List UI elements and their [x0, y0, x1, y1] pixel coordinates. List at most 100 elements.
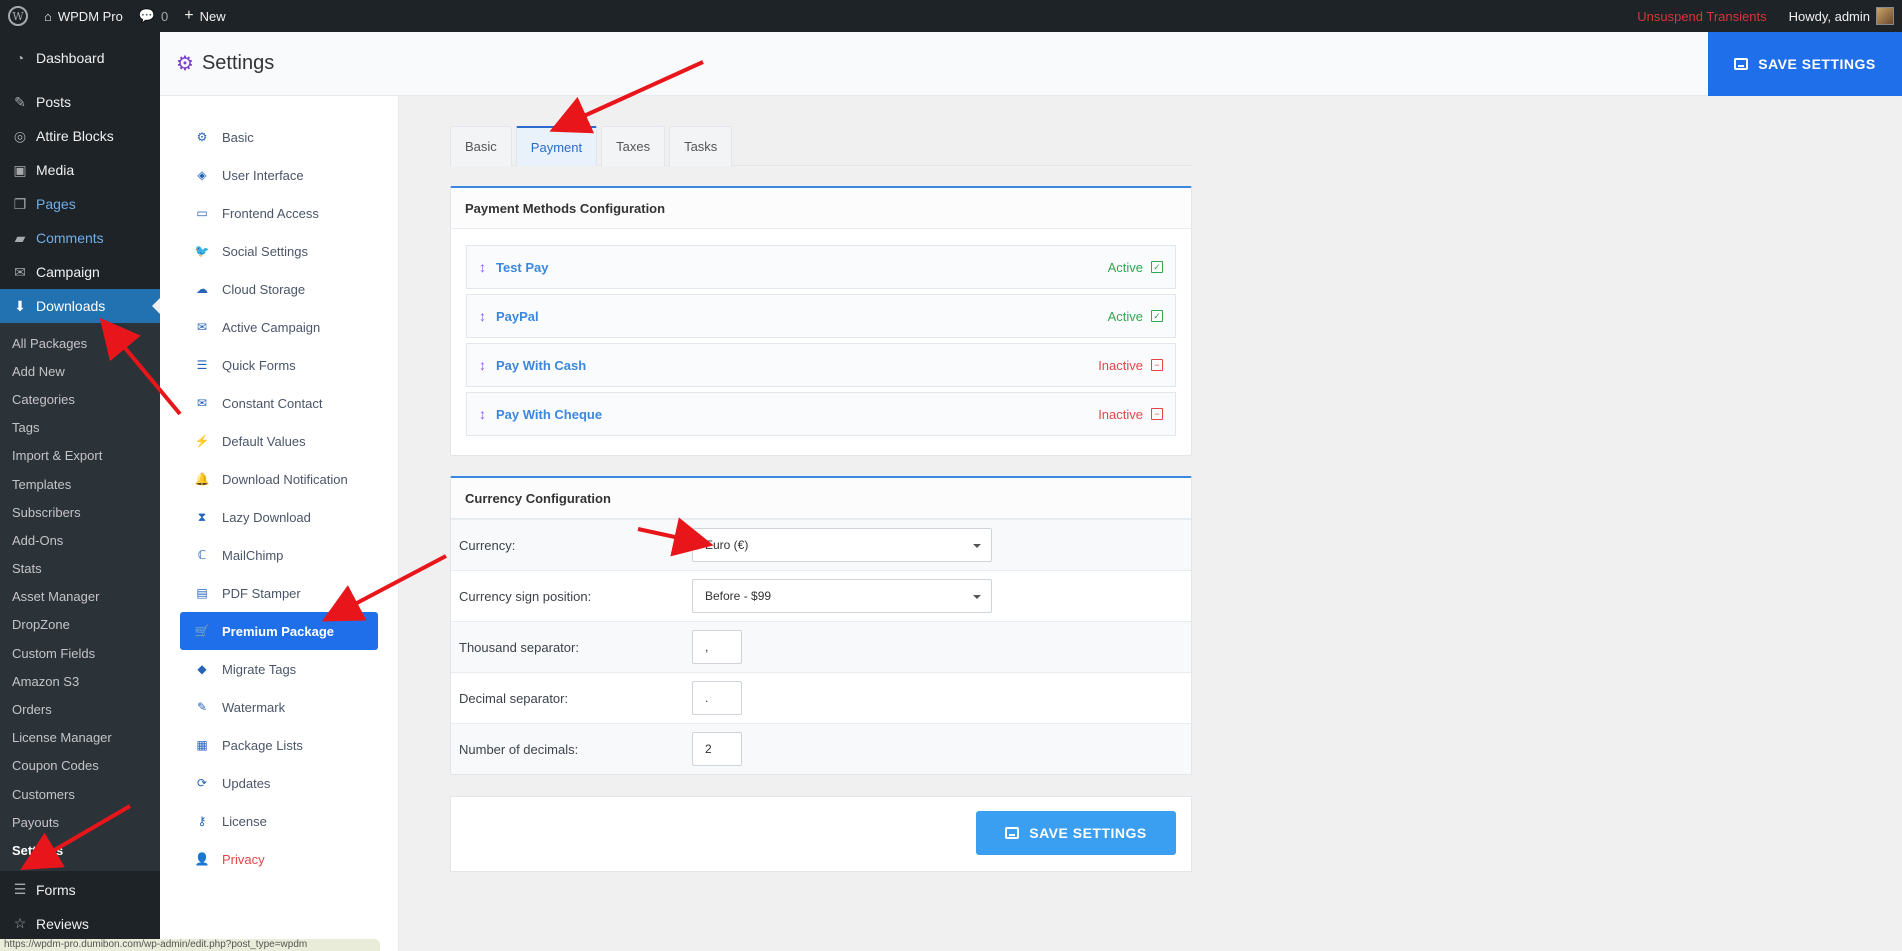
submenu-item-templates[interactable]: Templates [0, 470, 160, 498]
payment-method-row[interactable]: ↕ Pay With Cash Inactive − [466, 343, 1176, 387]
submenu-item-add-new[interactable]: Add New [0, 357, 160, 385]
payment-method-name[interactable]: Test Pay [496, 260, 549, 275]
submenu-item-payouts[interactable]: Payouts [0, 808, 160, 836]
comment-bubble-icon: 💬 [138, 8, 156, 23]
settings-nav-label: Default Values [222, 433, 306, 449]
unsuspend-transients-link[interactable]: Unsuspend Transients [1629, 0, 1774, 32]
settings-nav-active-campaign[interactable]: ✉ Active Campaign [180, 308, 378, 346]
tab-basic[interactable]: Basic [450, 126, 512, 166]
sync-icon: ⟳ [196, 776, 208, 790]
payment-method-status[interactable]: Inactive − [1098, 407, 1163, 422]
wordpress-logo-icon[interactable]: W [0, 0, 36, 32]
settings-nav-lazy-download[interactable]: ⧗ Lazy Download [180, 498, 378, 536]
payment-method-status[interactable]: Active ✓ [1108, 309, 1163, 324]
settings-nav-mailchimp[interactable]: ℂ MailChimp [180, 536, 378, 574]
payment-method-row[interactable]: ↕ Test Pay Active ✓ [466, 245, 1176, 289]
submenu-item-orders[interactable]: Orders [0, 695, 160, 723]
drag-handle-icon[interactable]: ↕ [479, 259, 486, 275]
tab-tasks[interactable]: Tasks [669, 126, 733, 166]
payment-method-name[interactable]: Pay With Cheque [496, 407, 602, 422]
settings-nav-label: Download Notification [222, 471, 348, 487]
settings-nav-updates[interactable]: ⟳ Updates [180, 764, 378, 802]
downloads-submenu: All Packages Add New Categories Tags Import … [0, 323, 160, 871]
drag-handle-icon[interactable]: ↕ [479, 357, 486, 373]
submenu-item-settings[interactable]: Settings [0, 836, 160, 864]
settings-nav-default-values[interactable]: ⚡ Default Values [180, 422, 378, 460]
submenu-item-dropzone[interactable]: DropZone [0, 611, 160, 639]
submenu-item-stats[interactable]: Stats [0, 555, 160, 583]
settings-nav-migrate-tags[interactable]: ◆ Migrate Tags [180, 650, 378, 688]
payment-method-row[interactable]: ↕ PayPal Active ✓ [466, 294, 1176, 338]
desktop-icon: ▭ [196, 206, 208, 220]
submenu-item-customers[interactable]: Customers [0, 780, 160, 808]
settings-nav-cloud-storage[interactable]: ☁ Cloud Storage [180, 270, 378, 308]
submenu-item-amazon-s3[interactable]: Amazon S3 [0, 667, 160, 695]
submenu-item-custom-fields[interactable]: Custom Fields [0, 639, 160, 667]
currency-select[interactable]: Euro (€) [692, 528, 992, 562]
save-settings-bottom-button[interactable]: SAVE SETTINGS [976, 811, 1176, 855]
submenu-item-subscribers[interactable]: Subscribers [0, 498, 160, 526]
drag-handle-icon[interactable]: ↕ [479, 308, 486, 324]
settings-nav-label: Constant Contact [222, 395, 323, 411]
checked-box-icon[interactable]: ✓ [1151, 261, 1163, 273]
tab-payment[interactable]: Payment [515, 126, 598, 166]
checked-box-icon[interactable]: ✓ [1151, 310, 1163, 322]
menu-downloads[interactable]: ⬇ Downloads [0, 289, 160, 323]
new-content-link[interactable]: + New [176, 0, 233, 32]
settings-nav-user-interface[interactable]: ◈ User Interface [180, 156, 378, 194]
settings-nav-basic[interactable]: ⚙ Basic [180, 118, 378, 156]
menu-media[interactable]: ▣ Media [0, 153, 160, 187]
settings-nav-constant-contact[interactable]: ✉ Constant Contact [180, 384, 378, 422]
howdy-user-link[interactable]: Howdy, admin [1781, 0, 1870, 32]
site-name-link[interactable]: ⌂ WPDM Pro [36, 0, 131, 32]
settings-nav-download-notification[interactable]: 🔔 Download Notification [180, 460, 378, 498]
minus-box-icon[interactable]: − [1151, 408, 1163, 420]
settings-nav-package-lists[interactable]: ▦ Package Lists [180, 726, 378, 764]
settings-nav-license[interactable]: ⚷ License [180, 802, 378, 840]
settings-nav-social-settings[interactable]: 🐦 Social Settings [180, 232, 378, 270]
settings-nav-pdf-stamper[interactable]: ▤ PDF Stamper [180, 574, 378, 612]
status-label: Active [1107, 308, 1143, 324]
tab-taxes[interactable]: Taxes [601, 126, 666, 166]
submenu-item-tags[interactable]: Tags [0, 414, 160, 442]
avatar[interactable] [1876, 7, 1894, 25]
settings-nav-label: Watermark [222, 699, 286, 715]
drag-handle-icon[interactable]: ↕ [479, 406, 486, 422]
payment-method-row[interactable]: ↕ Pay With Cheque Inactive − [466, 392, 1176, 436]
minus-box-icon[interactable]: − [1151, 359, 1163, 371]
menu-dashboard[interactable]: ◔ Dashboard [0, 41, 160, 75]
menu-pages[interactable]: ❐ Pages [0, 187, 160, 221]
settings-nav-label: Active Campaign [222, 319, 321, 335]
submenu-item-license-manager[interactable]: License Manager [0, 724, 160, 752]
submenu-item-coupon-codes[interactable]: Coupon Codes [0, 752, 160, 780]
number-of-decimals-input[interactable]: 2 [692, 732, 742, 766]
comments-link[interactable]: 💬 0 [131, 0, 176, 32]
settings-nav-premium-package[interactable]: 🛒 Premium Package [180, 612, 378, 650]
thousand-separator-input[interactable]: , [692, 630, 742, 664]
settings-nav-watermark[interactable]: ✎ Watermark [180, 688, 378, 726]
settings-nav-frontend-access[interactable]: ▭ Frontend Access [180, 194, 378, 232]
menu-campaign[interactable]: ✉ Campaign [0, 255, 160, 289]
submenu-item-all-packages[interactable]: All Packages [0, 329, 160, 357]
payment-method-status[interactable]: Inactive − [1098, 358, 1163, 373]
menu-attire-blocks[interactable]: ◎ Attire Blocks [0, 119, 160, 153]
settings-nav-quick-forms[interactable]: ☰ Quick Forms [180, 346, 378, 384]
sign-position-select[interactable]: Before - $99 [692, 579, 992, 613]
submenu-item-categories[interactable]: Categories [0, 385, 160, 413]
sign-position-label: Currency sign position: [459, 588, 592, 604]
settings-nav-privacy[interactable]: 👤 Privacy [180, 840, 378, 878]
submenu-item-add-ons[interactable]: Add-Ons [0, 526, 160, 554]
submenu-item-import-export[interactable]: Import & Export [0, 442, 160, 470]
menu-comments[interactable]: ▰ Comments [0, 221, 160, 255]
decimal-separator-input[interactable]: . [692, 681, 742, 715]
submenu-item-asset-manager[interactable]: Asset Manager [0, 583, 160, 611]
payment-method-status[interactable]: Active ✓ [1108, 260, 1163, 275]
menu-forms[interactable]: ☰ Forms [0, 873, 160, 907]
site-name: WPDM Pro [57, 8, 123, 24]
payment-method-name[interactable]: Pay With Cash [496, 358, 586, 373]
payment-method-name[interactable]: PayPal [496, 309, 539, 324]
menu-posts[interactable]: ✎ Posts [0, 85, 160, 119]
new-label: New [199, 8, 226, 24]
save-settings-top-button[interactable]: SAVE SETTINGS [1708, 32, 1902, 96]
menu-reviews[interactable]: ☆ Reviews [0, 907, 160, 941]
